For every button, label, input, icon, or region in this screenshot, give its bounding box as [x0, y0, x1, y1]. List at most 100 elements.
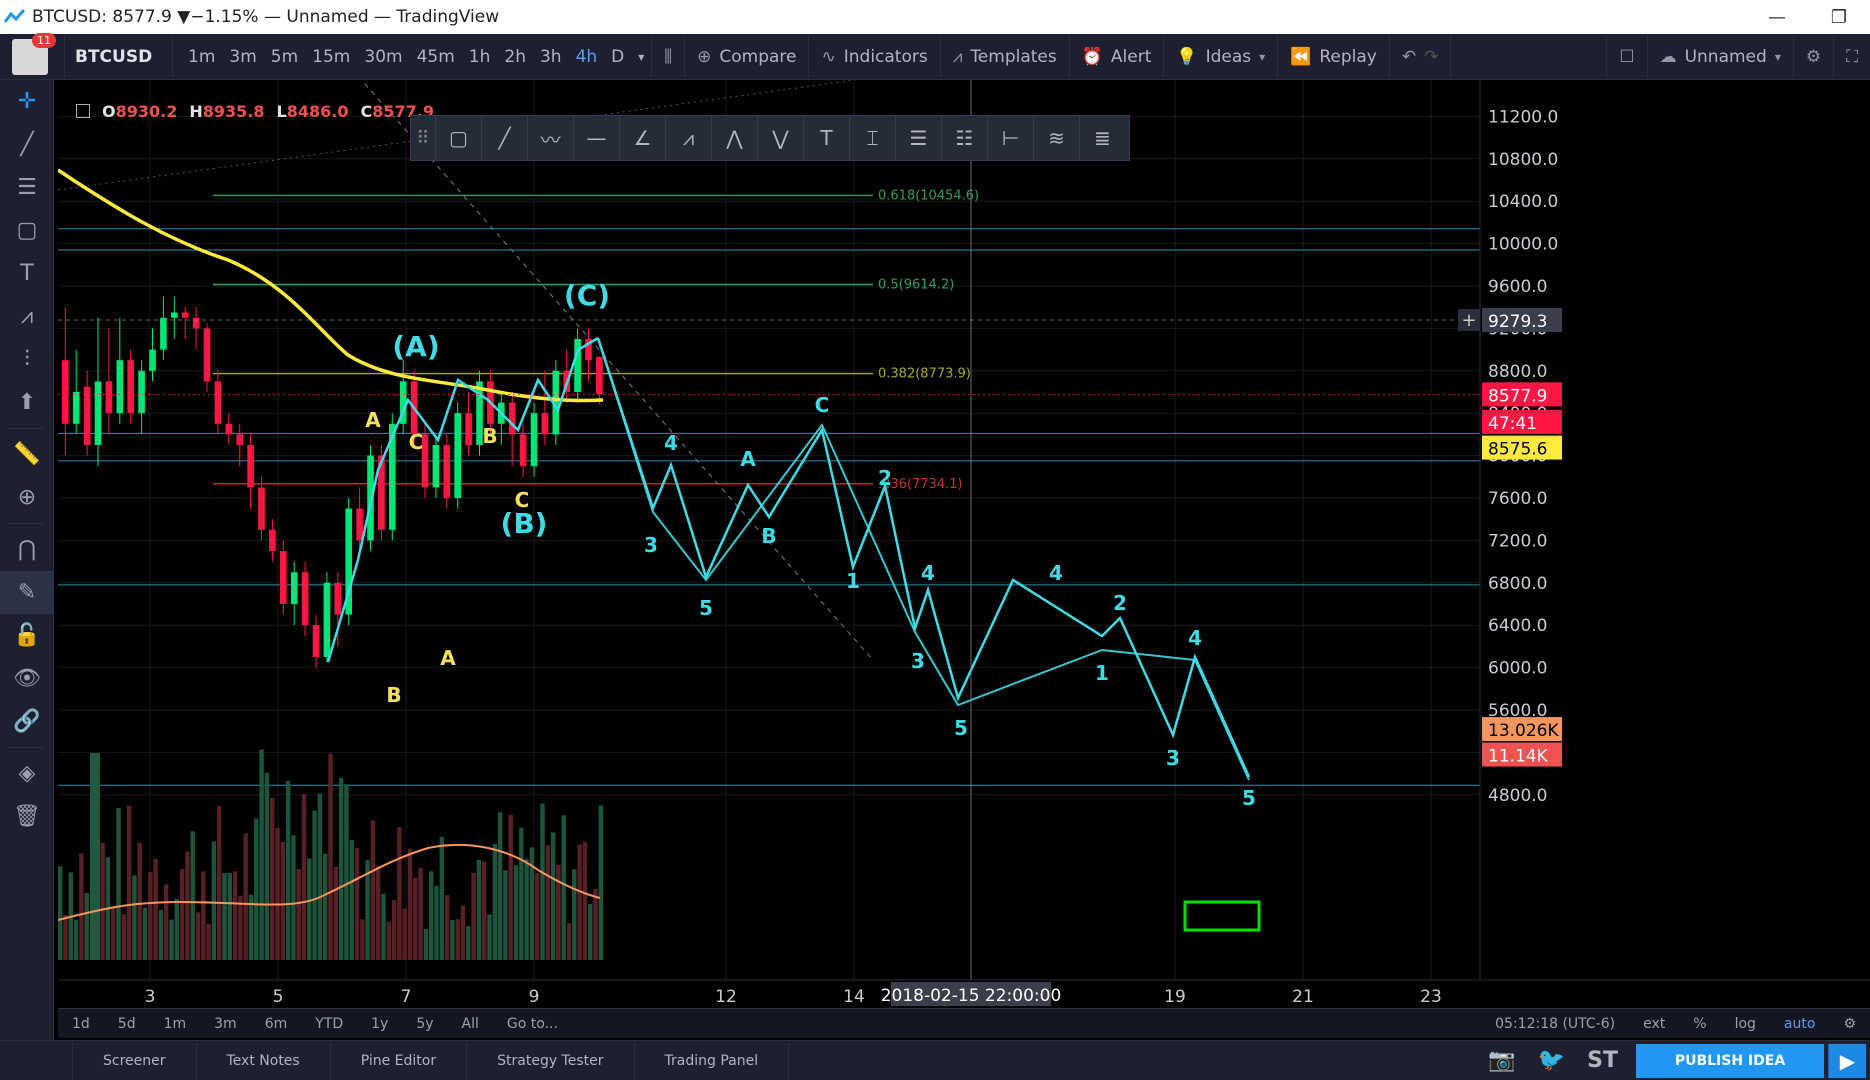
- candle-body[interactable]: [171, 312, 178, 318]
- redo-icon[interactable]: ↷: [1424, 47, 1438, 67]
- magnet-icon[interactable]: ⋂: [0, 528, 54, 571]
- candle-body[interactable]: [247, 445, 254, 488]
- candle-body[interactable]: [519, 434, 527, 467]
- horizontal-line-icon[interactable]: —: [573, 116, 619, 160]
- price-range-icon[interactable]: ⌶: [849, 116, 895, 160]
- candle-body[interactable]: [574, 339, 581, 392]
- interval-1m[interactable]: 1m: [181, 34, 222, 80]
- candle-body[interactable]: [258, 487, 265, 530]
- tab-trading-panel[interactable]: Trading Panel: [635, 1040, 790, 1080]
- interval-1h[interactable]: 1h: [462, 34, 498, 80]
- range-ytd[interactable]: YTD: [301, 1016, 357, 1032]
- range-all[interactable]: All: [448, 1016, 493, 1032]
- minimize-button[interactable]: —: [1746, 0, 1808, 34]
- drag-handle-icon[interactable]: ⠿: [411, 128, 435, 149]
- prediction-tool[interactable]: ⫶: [0, 338, 54, 381]
- candle-body[interactable]: [508, 402, 516, 435]
- alert-button[interactable]: ⏰ Alert: [1070, 33, 1165, 80]
- text-tool[interactable]: T: [0, 252, 54, 295]
- chart-pane[interactable]: 0.618(10454.6) 0.5(9614.2) 0.382(8773.9) .2…: [58, 80, 1870, 1080]
- range-1y[interactable]: 1y: [357, 1016, 402, 1032]
- link-icon[interactable]: 🔗: [0, 700, 54, 743]
- angle-icon[interactable]: ∠: [619, 116, 665, 160]
- lock-icon[interactable]: 🔓: [0, 614, 54, 657]
- candle-body[interactable]: [596, 356, 603, 395]
- candle-body[interactable]: [94, 381, 102, 445]
- eye-icon[interactable]: 👁: [0, 657, 54, 700]
- fib-fan-icon[interactable]: ≋: [1033, 116, 1079, 160]
- candle-body[interactable]: [465, 413, 472, 445]
- log-scale-toggle[interactable]: log: [1721, 1016, 1770, 1032]
- interval-2h[interactable]: 2h: [497, 34, 533, 80]
- abcd-pattern-icon[interactable]: ⩘: [665, 116, 711, 160]
- range-5y[interactable]: 5y: [402, 1016, 447, 1032]
- candle-body[interactable]: [530, 413, 538, 467]
- candle-body[interactable]: [334, 582, 342, 615]
- candle-body[interactable]: [290, 572, 298, 604]
- extended-hours-toggle[interactable]: ext: [1629, 1016, 1679, 1032]
- candle-body[interactable]: [541, 413, 549, 435]
- zoom-icon[interactable]: ⊕: [0, 476, 54, 519]
- candle-body[interactable]: [83, 386, 91, 445]
- elliott-correction-icon[interactable]: ⋁: [757, 116, 803, 160]
- compare-button[interactable]: ⊕ Compare: [685, 33, 810, 80]
- candle-body[interactable]: [356, 508, 363, 541]
- percent-scale-toggle[interactable]: %: [1679, 1016, 1720, 1032]
- candle-body[interactable]: [323, 582, 331, 657]
- ideas-button[interactable]: 💡 Ideas ▾: [1164, 33, 1279, 80]
- trend-line-icon[interactable]: ╱: [481, 116, 527, 160]
- goto-button[interactable]: Go to...: [493, 1016, 572, 1032]
- candle-body[interactable]: [454, 413, 461, 498]
- candle-body[interactable]: [203, 328, 211, 382]
- interval-45m[interactable]: 45m: [410, 34, 462, 80]
- candle-body[interactable]: [443, 445, 451, 498]
- pattern-tool[interactable]: ⩘: [0, 295, 54, 338]
- candle-body[interactable]: [214, 381, 222, 424]
- candle-body[interactable]: [160, 317, 167, 350]
- candle-body[interactable]: [127, 360, 134, 414]
- interval-30m[interactable]: 30m: [357, 34, 409, 80]
- tab-pine-editor[interactable]: Pine Editor: [331, 1040, 468, 1080]
- twitter-icon[interactable]: 🐦: [1538, 1048, 1565, 1073]
- chart-style-button[interactable]: ⫼: [652, 33, 686, 80]
- layout-select-button[interactable]: ☐: [1606, 33, 1648, 80]
- settings-button[interactable]: ⚙: [1794, 33, 1835, 80]
- fullscreen-button[interactable]: ⛶: [1834, 34, 1870, 80]
- gann-icon[interactable]: ≣: [1079, 116, 1125, 160]
- candle-body[interactable]: [312, 625, 320, 657]
- interval-D[interactable]: D: [604, 34, 631, 80]
- camera-icon[interactable]: 📷: [1488, 1048, 1515, 1073]
- candle-body[interactable]: [225, 423, 233, 435]
- trash-icon[interactable]: 🗑: [0, 795, 54, 838]
- clock[interactable]: 05:12:18 (UTC-6): [1481, 1016, 1629, 1032]
- interval-5m[interactable]: 5m: [264, 34, 305, 80]
- auto-scale-toggle[interactable]: auto: [1770, 1016, 1830, 1032]
- save-layout-button[interactable]: ☁ Unnamed ▾: [1648, 33, 1794, 80]
- trend-line-tool[interactable]: ╱: [0, 123, 54, 166]
- replay-button[interactable]: ⏪ Replay: [1278, 33, 1390, 80]
- range-1m[interactable]: 1m: [150, 1016, 201, 1032]
- indicators-button[interactable]: ∿ Indicators: [809, 33, 941, 80]
- candle-body[interactable]: [192, 317, 200, 329]
- interval-dropdown-icon[interactable]: ▾: [631, 34, 651, 80]
- ruler-icon[interactable]: 📏: [0, 433, 54, 476]
- tab-strategy-tester[interactable]: Strategy Tester: [467, 1040, 635, 1080]
- symbol-search[interactable]: BTCUSD: [64, 33, 172, 80]
- pitchfork-tool[interactable]: ☰: [0, 166, 54, 209]
- templates-button[interactable]: ⩘ Templates: [941, 33, 1070, 80]
- candle-body[interactable]: [280, 551, 287, 604]
- interval-4h[interactable]: 4h: [569, 34, 605, 80]
- stocktwits-button[interactable]: ST: [1587, 1048, 1618, 1073]
- candle-body[interactable]: [138, 370, 145, 414]
- rectangle-icon[interactable]: ▢: [435, 116, 481, 160]
- candle-body[interactable]: [181, 312, 189, 318]
- candle-body[interactable]: [116, 360, 124, 414]
- interval-3m[interactable]: 3m: [222, 34, 263, 80]
- layers-icon[interactable]: ◈: [0, 752, 54, 795]
- restore-button[interactable]: ❐: [1808, 0, 1870, 34]
- crosshair-tool[interactable]: ✛: [0, 80, 54, 123]
- range-1d[interactable]: 1d: [58, 1016, 104, 1032]
- date-range-icon[interactable]: ⊢: [987, 116, 1033, 160]
- range-5d[interactable]: 5d: [104, 1016, 150, 1032]
- tab-text-notes[interactable]: Text Notes: [197, 1040, 331, 1080]
